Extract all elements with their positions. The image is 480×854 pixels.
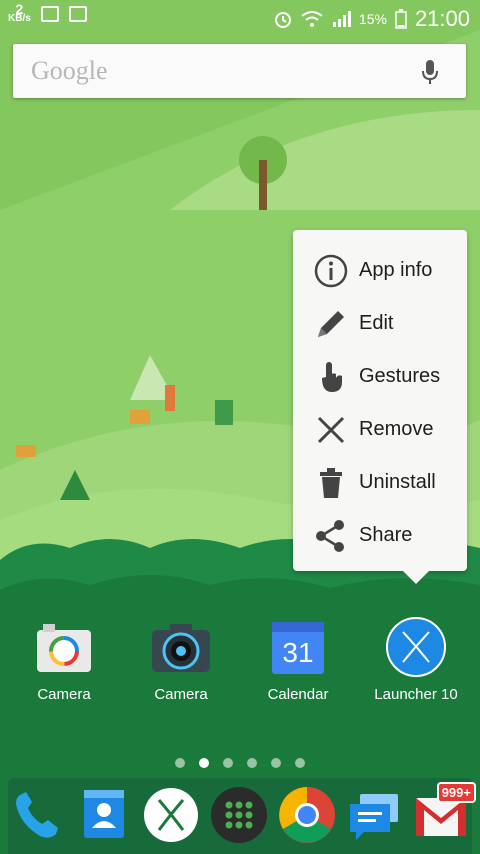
dock-app-drawer[interactable] bbox=[210, 786, 268, 844]
clock: 21:00 bbox=[414, 6, 470, 31]
menu-item-label: Gestures bbox=[359, 365, 441, 387]
trash-icon bbox=[313, 465, 349, 501]
menu-item-label: Edit bbox=[359, 312, 394, 334]
app-launcher-10[interactable]: Launcher 10 bbox=[366, 617, 466, 703]
menu-item-share[interactable]: Share bbox=[293, 509, 467, 562]
app-label: Camera bbox=[37, 686, 91, 703]
signal-icon bbox=[332, 11, 351, 27]
messages-icon bbox=[350, 794, 398, 840]
pencil-icon bbox=[313, 306, 349, 342]
dock-chrome[interactable] bbox=[278, 786, 336, 844]
menu-item-remove[interactable]: Remove bbox=[293, 403, 467, 456]
menu-item-uninstall[interactable]: Uninstall bbox=[293, 456, 467, 509]
share-icon bbox=[313, 518, 349, 554]
dock-messages[interactable] bbox=[346, 786, 404, 844]
calendar-day: 31 bbox=[282, 637, 313, 668]
dock-launcher[interactable] bbox=[142, 786, 200, 844]
calendar-icon: 31 bbox=[267, 620, 329, 676]
page-indicator bbox=[0, 758, 480, 768]
battery-icon bbox=[395, 9, 407, 29]
menu-item-gestures[interactable]: Gestures bbox=[293, 350, 467, 403]
info-icon bbox=[313, 253, 349, 289]
network-speed-unit: KB/s bbox=[8, 13, 31, 24]
gmail-notification-icon bbox=[68, 6, 87, 22]
dock-gmail[interactable]: 999+ bbox=[412, 782, 476, 844]
dock-contacts[interactable] bbox=[74, 786, 132, 844]
app-camera-1[interactable]: Camera bbox=[14, 620, 114, 703]
dock-phone[interactable] bbox=[10, 786, 68, 844]
menu-item-edit[interactable]: Edit bbox=[293, 297, 467, 350]
menu-item-label: Share bbox=[359, 524, 413, 546]
app-label: Launcher 10 bbox=[374, 686, 458, 703]
page-dot[interactable] bbox=[247, 758, 257, 768]
phone-icon bbox=[16, 792, 58, 838]
app-camera-2[interactable]: Camera bbox=[131, 620, 231, 703]
menu-item-app-info[interactable]: App info bbox=[293, 244, 467, 297]
menu-item-label: Remove bbox=[359, 418, 434, 440]
app-label: Camera bbox=[154, 686, 208, 703]
launcher-x-icon bbox=[385, 617, 447, 677]
alarm-icon bbox=[274, 12, 291, 28]
menu-pointer-arrow bbox=[402, 570, 430, 584]
google-search-bar[interactable]: Google bbox=[13, 44, 466, 98]
battery-percent: 15% bbox=[358, 11, 387, 27]
network-speed: 2 KB/s bbox=[8, 2, 31, 24]
menu-item-label: App info bbox=[359, 259, 433, 281]
gmail-badge: 999+ bbox=[436, 782, 476, 803]
launcher-x-icon bbox=[144, 788, 198, 842]
app-drawer-icon bbox=[211, 787, 267, 843]
app-context-menu: App info Edit Gestures Remove Uninstall … bbox=[293, 230, 467, 571]
app-label: Calendar bbox=[267, 686, 329, 703]
gesture-hand-icon bbox=[313, 359, 349, 395]
gallery-notification-icon bbox=[40, 6, 59, 22]
menu-item-label: Uninstall bbox=[359, 471, 436, 493]
page-dot-active[interactable] bbox=[199, 758, 209, 768]
page-dot[interactable] bbox=[271, 758, 281, 768]
app-calendar[interactable]: 31 Calendar bbox=[248, 620, 348, 703]
contacts-icon bbox=[84, 790, 124, 838]
page-dot[interactable] bbox=[223, 758, 233, 768]
close-icon bbox=[313, 412, 349, 448]
page-dot[interactable] bbox=[295, 758, 305, 768]
camera-icon bbox=[33, 620, 95, 676]
mic-icon[interactable] bbox=[420, 58, 440, 86]
camera-lens-icon bbox=[150, 620, 212, 676]
wifi-icon bbox=[301, 11, 323, 27]
page-dot[interactable] bbox=[175, 758, 185, 768]
chrome-icon bbox=[279, 787, 335, 843]
google-logo: Google bbox=[31, 56, 108, 85]
status-bar: 2 KB/s 15% 21:00 bbox=[0, 0, 480, 34]
dock: 999+ bbox=[8, 778, 476, 854]
